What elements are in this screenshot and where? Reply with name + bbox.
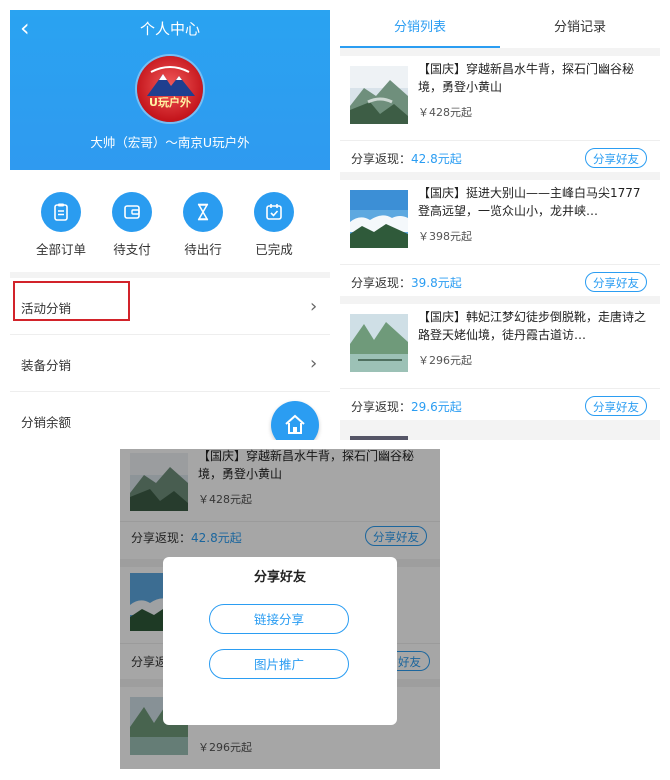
product-price: ￥398元起 [418, 230, 472, 243]
hourglass-icon [197, 203, 209, 221]
profile-screen: ‹ 个人中心 U玩户外 大帅（宏哥）～南京U玩户外 全部订单 待支付 待出行 已… [10, 10, 330, 440]
chevron-right-icon: › [310, 353, 318, 374]
image-promo-button[interactable]: 图片推广 [209, 649, 349, 679]
share-modal-screen: 【国庆】穿越新昌水牛背，探石门幽谷秘境，勇登小黄山 ￥428元起 分享返现：42… [120, 449, 440, 769]
product-title: 【国庆】韩妃江梦幻徒步倒脱靴，走唐诗之路登天姥仙境，徒丹霞古道访… [418, 310, 647, 342]
rebate-label: 分享返现： [351, 276, 412, 290]
list-item[interactable]: 【国庆】穿越新昌水牛背，探石门幽谷秘境，勇登小黄山 ￥428元起 分享返现：42… [340, 56, 660, 172]
order-completed-button[interactable]: 已完成 [239, 192, 309, 257]
list-item[interactable]: 【国庆】韩妃江梦幻徒步倒脱靴，走唐诗之路登天姥仙境，徒丹霞古道访… ￥296元起… [340, 304, 660, 420]
mountain-photo-icon [350, 66, 408, 124]
order-all-button[interactable]: 全部订单 [26, 192, 96, 257]
link-share-button[interactable]: 链接分享 [209, 604, 349, 634]
rebate-row: 分享返现：39.8元起 [351, 274, 462, 291]
menu-label: 分销余额 [21, 415, 72, 430]
page-title: 个人中心 [139, 20, 200, 38]
order-unpaid-button[interactable]: 待支付 [97, 192, 167, 257]
clipboard-icon [54, 203, 68, 221]
distribution-screen: 分销列表 分销记录 【国庆】穿越新昌水牛背，探石门幽谷秘境，勇登小黄山 ￥428… [340, 0, 660, 440]
product-price: ￥296元起 [418, 354, 472, 367]
product-thumbnail [350, 314, 408, 372]
order-pending-circle [183, 192, 223, 232]
divider [340, 264, 660, 265]
cloud-sea-photo-icon [350, 190, 408, 248]
dialog-title: 分享好友 [253, 570, 306, 585]
profile-header: ‹ 个人中心 U玩户外 大帅（宏哥）～南京U玩户外 [10, 10, 330, 170]
tab-bar: 分销列表 分销记录 [340, 0, 660, 48]
home-icon [285, 414, 305, 434]
wallet-icon [124, 205, 140, 219]
order-pending-label: 待出行 [184, 242, 222, 257]
order-unpaid-label: 待支付 [113, 242, 151, 257]
share-friend-button[interactable]: 分享好友 [585, 272, 647, 292]
share-friend-button[interactable]: 分享好友 [585, 396, 647, 416]
rebate-value: 39.8元起 [411, 276, 462, 290]
divider [340, 140, 660, 141]
order-unpaid-circle [112, 192, 152, 232]
product-title: 【国庆】穿越新昌水牛背，探石门幽谷秘境，勇登小黄山 [418, 62, 635, 94]
check-calendar-icon [266, 204, 282, 220]
order-pending-trip-button[interactable]: 待出行 [168, 192, 238, 257]
product-thumbnail [350, 190, 408, 248]
order-all-label: 全部订单 [35, 242, 86, 257]
highlight-box [13, 281, 130, 321]
avatar[interactable]: U玩户外 [137, 56, 203, 122]
order-all-circle [41, 192, 81, 232]
order-completed-label: 已完成 [255, 242, 293, 257]
rebate-label: 分享返现： [351, 400, 412, 414]
menu-label: 装备分销 [21, 358, 72, 373]
rebate-label: 分享返现： [351, 152, 412, 166]
next-item-peek [350, 436, 408, 440]
tab-distribution-records[interactable]: 分销记录 [500, 16, 660, 35]
rebate-row: 分享返现：29.6元起 [351, 398, 462, 415]
rebate-value: 29.6元起 [411, 400, 462, 414]
tab-indicator [340, 46, 500, 48]
tab-distribution-list[interactable]: 分销列表 [340, 16, 500, 35]
product-price: ￥428元起 [418, 106, 472, 119]
menu-equipment-distribution[interactable]: 装备分销 › [10, 335, 330, 392]
mountain-logo-icon [147, 66, 195, 96]
list-item[interactable]: 【国庆】挺进大别山——主峰白马尖1777登高远望，一览众山小，龙井峡… ￥398… [340, 180, 660, 296]
logo-text: U玩户外 [149, 96, 191, 109]
rebate-value: 42.8元起 [411, 152, 462, 166]
divider [340, 388, 660, 389]
lake-photo-icon [350, 314, 408, 372]
chevron-right-icon: › [310, 296, 318, 317]
product-thumbnail [350, 66, 408, 124]
share-dialog: 分享好友 链接分享 图片推广 [163, 557, 397, 725]
product-title: 【国庆】挺进大别山——主峰白马尖1777登高远望，一览众山小，龙井峡… [418, 186, 641, 218]
rebate-row: 分享返现：42.8元起 [351, 150, 462, 167]
username: 大帅（宏哥）～南京U玩户外 [90, 135, 250, 150]
order-completed-circle [254, 192, 294, 232]
share-friend-button[interactable]: 分享好友 [585, 148, 647, 168]
